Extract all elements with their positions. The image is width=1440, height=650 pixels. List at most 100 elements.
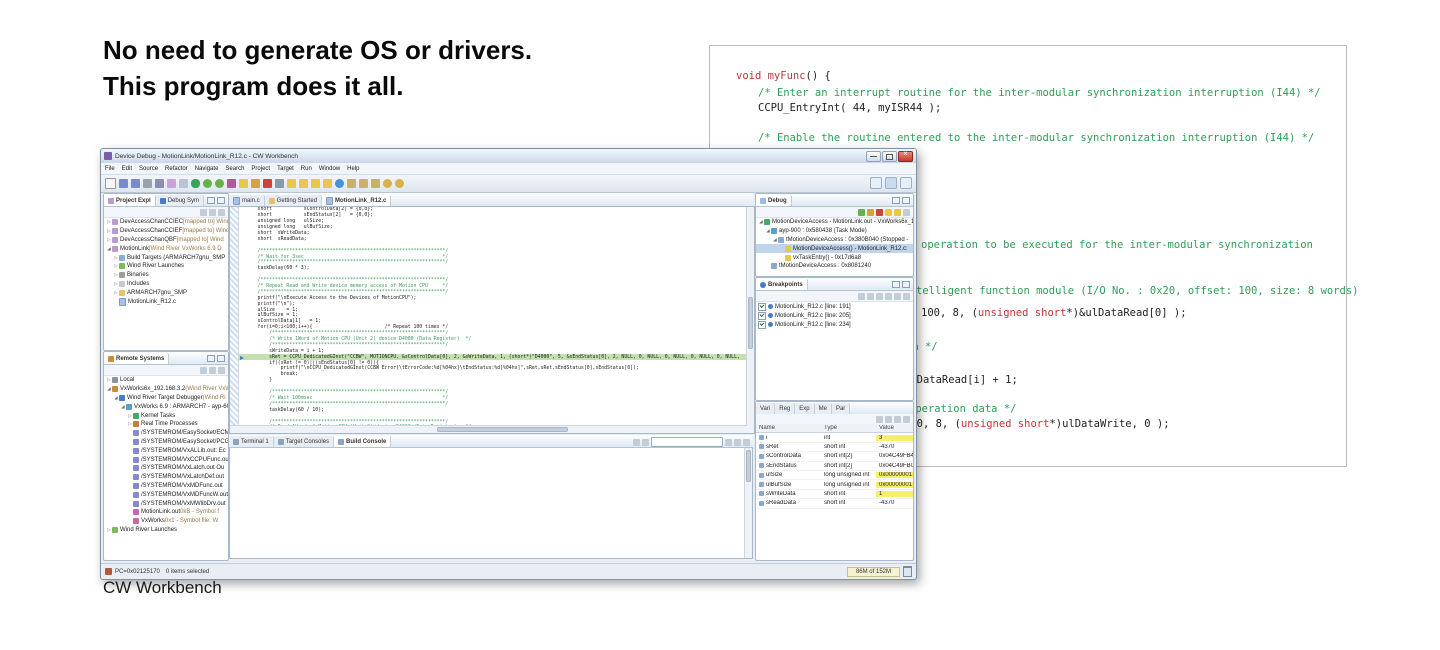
tree-item[interactable]: /SYSTEMROM/VxLatchDef.out [104, 473, 228, 482]
tree-item[interactable]: VxWorks 0x1 - Symbol file: W [104, 517, 228, 526]
menu-item[interactable]: Run [301, 166, 312, 172]
refresh-icon[interactable] [179, 179, 188, 188]
step-into-icon[interactable] [885, 209, 892, 216]
stack-frame-item[interactable]: tMotionDeviceAccess : 0x8081240 [756, 262, 913, 271]
variables-tab[interactable]: Par [832, 403, 850, 414]
tree-item[interactable]: MotionLink_R12.c [104, 297, 228, 306]
code-editor[interactable]: short sControlData[2] = {0,0}; short sEn… [229, 206, 755, 434]
print-icon[interactable] [143, 179, 152, 188]
tree-item[interactable]: ▷ Binaries [104, 271, 228, 280]
step-return-icon[interactable] [311, 179, 320, 188]
console-filter-combo[interactable] [651, 437, 723, 447]
tab-debug-symbols[interactable]: Debug Sym [156, 195, 204, 206]
skip-all-breakpoints-icon[interactable] [894, 293, 901, 300]
refresh-icon[interactable] [209, 367, 216, 374]
console-tab[interactable]: Terminal 1 [229, 436, 274, 447]
display-console-icon[interactable] [633, 439, 640, 446]
device-debug-perspective-icon[interactable] [885, 177, 897, 189]
prev-annotation-icon[interactable] [359, 179, 368, 188]
editor-tab[interactable]: main.c [229, 195, 265, 206]
menu-item[interactable]: Refactor [165, 166, 188, 172]
step-into-icon[interactable] [287, 179, 296, 188]
save-icon[interactable] [119, 179, 128, 188]
variable-row[interactable]: sReadData short int -4370 [756, 499, 913, 508]
tree-item[interactable]: /SYSTEMROM/EasySocket/ECM [104, 429, 228, 438]
minimize-button[interactable] [866, 151, 881, 162]
collapse-all-icon[interactable] [200, 209, 207, 216]
profile-icon[interactable] [227, 179, 236, 188]
stack-frame-item[interactable]: MotionDeviceAccess() - MotionLink_R12.c: [756, 244, 913, 253]
step-over-icon[interactable] [299, 179, 308, 188]
tree-item[interactable]: /SYSTEMROM/EasySocket/PCG [104, 438, 228, 447]
menu-item[interactable]: Project [251, 166, 270, 172]
tree-item[interactable]: /SYSTEMROM/VxCCPUFunc.out [104, 455, 228, 464]
variables-tab[interactable]: Me [815, 403, 832, 414]
remove-breakpoint-icon[interactable] [858, 293, 865, 300]
close-button[interactable] [898, 151, 913, 162]
minimize-icon[interactable] [207, 197, 215, 204]
tree-item[interactable]: ▷ Real Time Processes [104, 420, 228, 429]
menu-item[interactable]: Source [139, 166, 158, 172]
last-edit-location-icon[interactable] [371, 179, 380, 188]
breakpoint-item[interactable]: MotionLink_R12.c [line: 205] [756, 311, 913, 320]
tree-item[interactable]: /SYSTEMROM/VxLatch.out Ou [104, 464, 228, 473]
run-icon[interactable] [203, 179, 212, 188]
maximize-icon[interactable] [902, 281, 910, 288]
tree-item[interactable]: ▷ DevAccessChanCCIEC [mapped to] Wind [104, 218, 228, 227]
show-type-names-icon[interactable] [876, 416, 883, 423]
tree-item[interactable]: /SYSTEMROM/VxMDFunc.out [104, 482, 228, 491]
collapse-all-icon[interactable] [894, 416, 901, 423]
stack-frame-item[interactable]: ◢ tMotionDeviceAccess : 0x380B040 (Stopp… [756, 236, 913, 245]
tree-item[interactable]: ▷ Wind River Launches [104, 526, 228, 535]
tree-item[interactable]: ◢ MotionLink [Wind River VxWorks 6.9 D [104, 244, 228, 253]
tab-breakpoints[interactable]: Breakpoints [756, 279, 808, 290]
pin-console-icon[interactable] [642, 439, 649, 446]
view-menu-icon[interactable] [903, 416, 910, 423]
maximize-icon[interactable] [217, 355, 225, 362]
minimize-icon[interactable] [892, 281, 900, 288]
variable-row[interactable]: ulBufSize long unsigned int 0x00000001 [756, 480, 913, 489]
view-menu-icon[interactable] [218, 209, 225, 216]
next-annotation-icon[interactable] [347, 179, 356, 188]
view-menu-icon[interactable] [743, 439, 750, 446]
step-over-icon[interactable] [894, 209, 901, 216]
editor-tab[interactable]: MotionLink_R12.c [322, 195, 391, 206]
stack-frame-item[interactable]: ◢ ayp-900 : 0x580438 (Task Mode) [756, 227, 913, 236]
minimize-icon[interactable] [892, 197, 900, 204]
breakpoint-checkbox[interactable] [758, 312, 766, 320]
external-tools-icon[interactable] [215, 179, 224, 188]
cpp-perspective-icon[interactable] [900, 177, 912, 189]
resume-icon[interactable] [858, 209, 865, 216]
menu-item[interactable]: Help [347, 166, 359, 172]
tree-item[interactable]: ▷ Kernel Tasks [104, 411, 228, 420]
tree-item[interactable]: ▷ ARMARCH7gnu_SMP [104, 288, 228, 297]
breakpoint-checkbox[interactable] [758, 303, 766, 311]
view-menu-icon[interactable] [903, 293, 910, 300]
terminate-icon[interactable] [263, 179, 272, 188]
show-breakpoints-icon[interactable] [876, 293, 883, 300]
new-icon[interactable] [105, 178, 116, 189]
resume-icon[interactable] [239, 179, 248, 188]
breakpoint-item[interactable]: MotionLink_R12.c [line: 191] [756, 302, 913, 311]
open-perspective-icon[interactable] [870, 177, 882, 189]
remove-all-breakpoints-icon[interactable] [867, 293, 874, 300]
tab-remote-systems[interactable]: Remote Systems [104, 353, 169, 364]
view-menu-icon[interactable] [218, 367, 225, 374]
editor-vertical-scrollbar[interactable] [746, 207, 754, 433]
terminate-icon[interactable] [876, 209, 883, 216]
build-all-icon[interactable] [155, 179, 164, 188]
scroll-lock-icon[interactable] [725, 439, 732, 446]
tree-item[interactable]: ▷ DevAccessChanQBF [mapped to] Wind [104, 236, 228, 245]
tree-item[interactable]: /SYSTEMROM/VxALLib.out: Ec [104, 446, 228, 455]
menu-item[interactable]: Window [319, 166, 340, 172]
tree-item[interactable]: ▷ Build Targets (ARMARCH7gnu_SMP [104, 253, 228, 262]
debug-icon[interactable] [191, 179, 200, 188]
tree-item[interactable]: ◢ VxWorks6x_192.168.3.2 (Wind River VxW [104, 385, 228, 394]
tree-item[interactable]: ▷ Includes [104, 280, 228, 289]
breakpoint-item[interactable]: MotionLink_R12.c [line: 234] [756, 320, 913, 329]
title-bar[interactable]: Device Debug - MotionLink/MotionLink_R12… [101, 149, 916, 163]
go-to-file-icon[interactable] [885, 293, 892, 300]
maximize-button[interactable] [882, 151, 897, 162]
variable-row[interactable]: sRet short int -4370 [756, 443, 913, 452]
tree-item[interactable]: /SYSTEMROM/VxMWlibDrv.out [104, 499, 228, 508]
